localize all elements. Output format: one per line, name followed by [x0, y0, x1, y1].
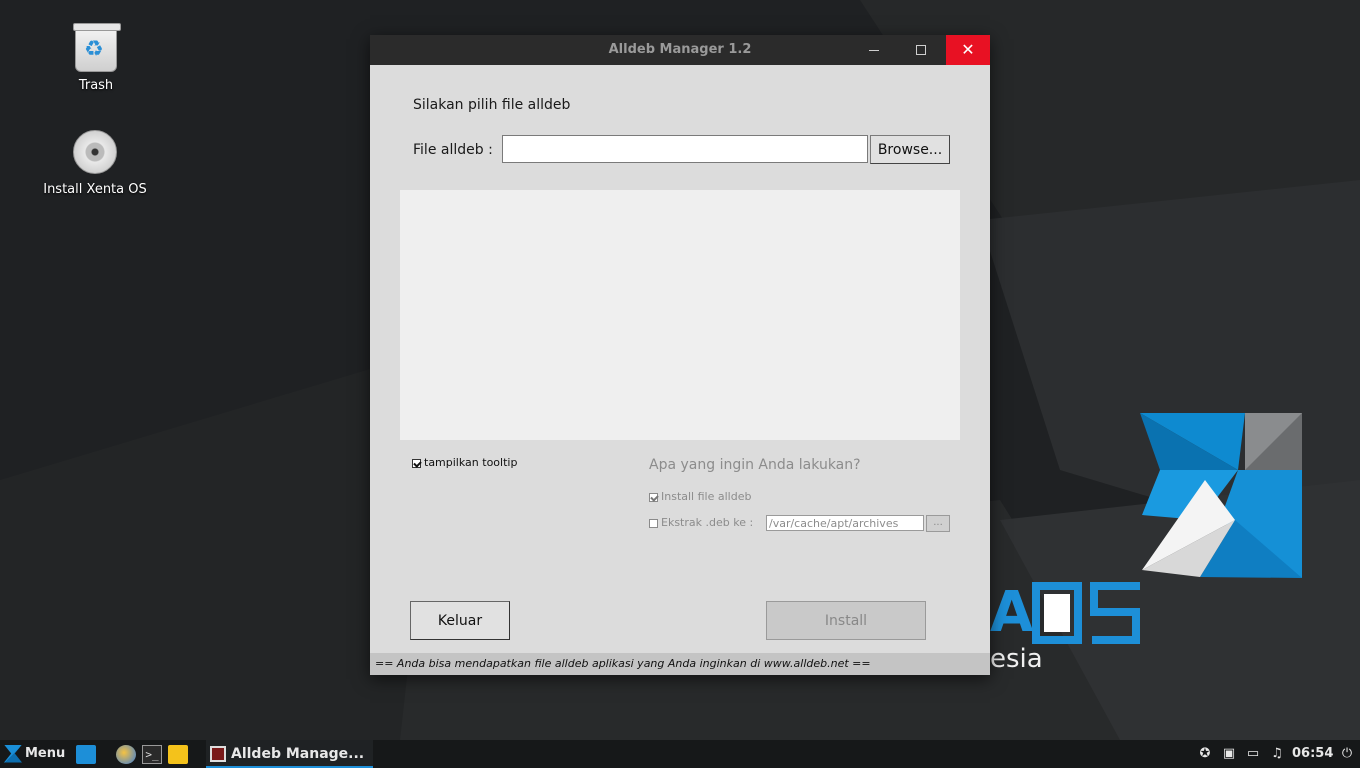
terminal-icon[interactable]: >_ — [142, 745, 162, 764]
desktop-icon-label: Install Xenta OS — [43, 182, 147, 197]
minimize-icon — [869, 49, 879, 51]
file-manager-icon[interactable] — [168, 745, 188, 764]
wallpaper-a-letter: A — [990, 580, 1034, 645]
extract-path-input[interactable] — [766, 515, 924, 531]
maximize-icon — [916, 45, 926, 55]
browse-button[interactable]: Browse... — [870, 135, 950, 164]
menu-button[interactable]: Menu — [4, 740, 65, 768]
sound-icon[interactable]: ♫ — [1270, 747, 1284, 761]
extract-browse-button[interactable]: ... — [926, 515, 950, 532]
window-titlebar[interactable]: Alldeb Manager 1.2 ✕ — [370, 35, 990, 65]
disc-icon — [73, 130, 117, 174]
wallpaper-sub-text: esia — [990, 644, 1043, 674]
extract-option-label: Ekstrak .deb ke : — [661, 516, 754, 529]
tooltip-checkbox[interactable] — [412, 458, 421, 468]
network-icon[interactable]: ▭ — [1246, 747, 1260, 761]
desktop-icon-install-xenta[interactable]: Install Xenta OS — [40, 128, 150, 197]
extract-option-row[interactable]: Ekstrak .deb ke : — [649, 516, 753, 529]
taskbar: Menu >_ Alldeb Manage... ✪ ▣ ▭ ♫ 06:54 ⏻ — [0, 740, 1360, 768]
wallpaper-brand-text — [1032, 578, 1144, 644]
wallpaper-os-logo — [1032, 582, 1140, 644]
menu-label: Menu — [25, 746, 66, 761]
file-alldeb-input[interactable] — [502, 135, 868, 163]
alldeb-manager-window: Alldeb Manager 1.2 ✕ Silakan pilih file … — [370, 35, 990, 675]
window-content: Silakan pilih file alldeb File alldeb : … — [370, 65, 990, 675]
taskbar-item-alldeb[interactable]: Alldeb Manage... — [206, 740, 373, 768]
browser-icon[interactable] — [116, 745, 136, 764]
xenta-logo-icon — [4, 744, 22, 763]
install-option-row[interactable]: Install file alldeb — [649, 490, 751, 503]
accessibility-icon[interactable]: ✪ — [1198, 747, 1212, 761]
file-alldeb-label: File alldeb : — [413, 142, 493, 158]
maximize-button[interactable] — [899, 35, 943, 65]
extract-checkbox[interactable] — [649, 518, 658, 528]
show-desktop-icon[interactable] — [76, 745, 96, 764]
power-icon[interactable]: ⏻ — [1340, 747, 1354, 761]
install-checkbox[interactable] — [649, 492, 658, 502]
info-text-area — [400, 190, 960, 440]
update-manager-icon[interactable]: ▣ — [1222, 747, 1236, 761]
tooltip-checkbox-label: tampilkan tooltip — [424, 456, 518, 469]
prompt-text: Silakan pilih file alldeb — [413, 97, 571, 113]
install-option-label: Install file alldeb — [661, 490, 752, 503]
action-question: Apa yang ingin Anda lakukan? — [649, 457, 861, 473]
tooltip-checkbox-row[interactable]: tampilkan tooltip — [412, 456, 517, 469]
close-icon: ✕ — [961, 40, 975, 59]
alldeb-app-icon — [210, 746, 226, 762]
close-button[interactable]: ✕ — [946, 35, 990, 65]
trash-icon: ♻ — [73, 23, 121, 72]
taskbar-item-label: Alldeb Manage... — [231, 746, 365, 762]
keluar-button[interactable]: Keluar — [410, 601, 510, 640]
minimize-button[interactable] — [852, 35, 896, 65]
clock[interactable]: 06:54 — [1292, 740, 1333, 768]
desktop-icon-label: Trash — [78, 78, 114, 93]
window-title: Alldeb Manager 1.2 — [608, 42, 752, 57]
status-bar: == Anda bisa mendapatkan file alldeb apl… — [370, 653, 990, 675]
desktop-icon-trash[interactable]: ♻ Trash — [41, 23, 151, 93]
install-button[interactable]: Install — [766, 601, 926, 640]
